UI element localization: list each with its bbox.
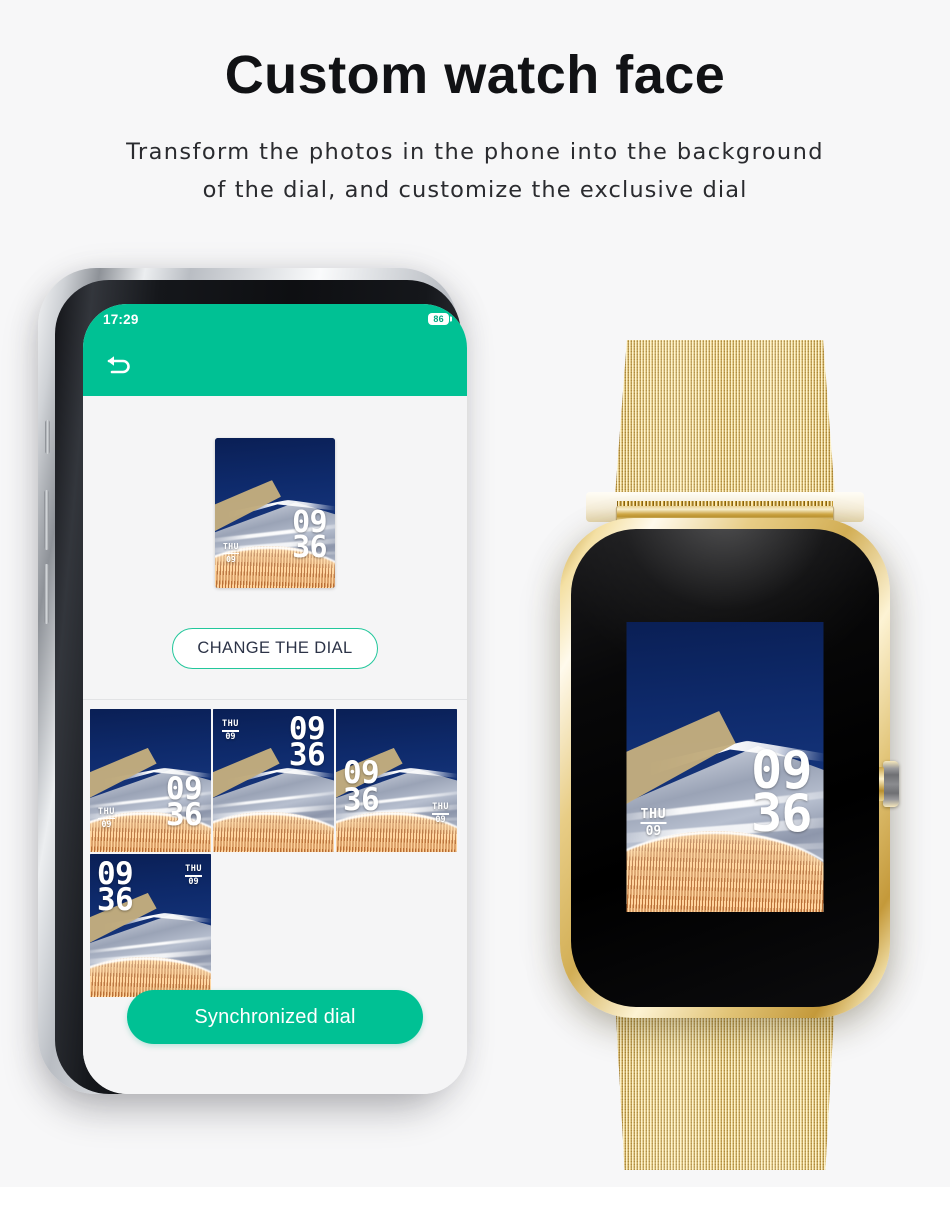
back-arrow-icon[interactable] — [103, 352, 133, 378]
phone-volume-down-button[interactable] — [44, 564, 49, 624]
dial-time-minute: 36 — [97, 882, 134, 919]
dial-thumbnail-2[interactable]: 09 36 THU 09 — [213, 709, 334, 852]
dial-time-minute: 36 — [288, 737, 326, 774]
change-the-dial-button[interactable]: CHANGE THE DIAL — [172, 628, 378, 669]
watch-case: 09 36 THU 09 — [560, 518, 899, 1018]
dial-day-of-week: THU — [432, 802, 449, 813]
watch-screen[interactable]: 09 36 THU 09 — [626, 622, 824, 912]
dial-date: THU 09 — [185, 865, 202, 887]
dial-time-minute: 36 — [343, 781, 380, 818]
app-body: 09 36 THU 09 CHANGE THE DIAL 09 36 THU 0… — [83, 396, 467, 1094]
dial-date-rule — [223, 552, 239, 554]
status-bar: 17:29 86 — [83, 304, 467, 334]
dial-date: THU 09 — [98, 808, 115, 830]
dial-day-number: 09 — [101, 819, 112, 830]
phone-mockup: 17:29 86 09 36 THU 09 CHANGE THE DIAL 09… — [28, 262, 468, 1102]
dial-time: 09 36 — [288, 714, 326, 774]
phone-bezel: 17:29 86 09 36 THU 09 CHANGE THE DIAL 09… — [55, 280, 467, 1094]
dial-thumbnail-4[interactable]: 09 36 THU 09 — [90, 854, 211, 997]
dial-day-number: 09 — [188, 877, 199, 888]
dial-overlay: 09 36 THU 09 — [336, 709, 457, 852]
dial-date: THU 09 — [223, 543, 239, 564]
dial-date: THU 09 — [432, 803, 449, 825]
dial-overlay: 09 36 THU 09 — [627, 622, 824, 912]
battery-indicator: 86 — [428, 312, 449, 326]
subtitle-line-2: of the dial, and customize the exclusive… — [202, 176, 748, 203]
dial-overlay: 09 36 THU 09 — [213, 709, 334, 852]
dial-time: 09 36 — [343, 758, 380, 818]
dial-overlay: 09 36 THU 09 — [90, 854, 211, 997]
bottom-white-strip — [0, 1187, 950, 1215]
dial-time-minute: 36 — [292, 530, 328, 566]
watch-face-day-number: 09 — [645, 824, 662, 840]
status-bar-time: 17:29 — [103, 311, 139, 327]
dial-date: THU 09 — [222, 720, 239, 742]
dial-day-of-week: THU — [185, 864, 202, 875]
watch-face-date: THU 09 — [640, 806, 667, 840]
app-header: 17:29 86 — [83, 304, 467, 396]
phone-silent-switch[interactable] — [45, 420, 50, 454]
dial-overlay: 09 36 THU 09 — [90, 709, 211, 852]
watch-face-day-of-week: THU — [640, 806, 667, 822]
dial-day-of-week: THU — [223, 542, 239, 551]
dial-day-number: 09 — [226, 554, 236, 564]
phone-volume-up-button[interactable] — [44, 490, 49, 550]
dial-time: 09 36 — [165, 774, 203, 834]
synchronized-dial-button[interactable]: Synchronized dial — [127, 990, 423, 1044]
app-navbar — [83, 334, 467, 396]
watch-crown-button[interactable] — [876, 761, 899, 807]
section-divider — [83, 699, 467, 700]
phone-screen: 17:29 86 09 36 THU 09 CHANGE THE DIAL 09… — [83, 304, 467, 1094]
dial-date-rule — [98, 817, 115, 820]
page-title: Custom watch face — [224, 45, 726, 105]
dial-time-minute: 36 — [165, 797, 203, 834]
dial-thumbnail-3[interactable]: 09 36 THU 09 — [336, 709, 457, 852]
dial-thumbnail-1[interactable]: 09 36 THU 09 — [90, 709, 211, 852]
dial-time: 09 36 — [97, 859, 134, 919]
page-subtitle: Transform the photos in the phone into t… — [0, 134, 950, 210]
watch-face-time: 09 36 — [750, 745, 813, 845]
dial-day-number: 09 — [435, 815, 446, 826]
dial-overlay: 09 36 THU 09 — [215, 438, 335, 588]
promo-page: Custom watch face Transform the photos i… — [0, 0, 950, 1215]
watch-glass: 09 36 THU 09 — [571, 529, 879, 1007]
subtitle-line-1: Transform the photos in the phone into t… — [126, 139, 824, 165]
dial-thumbnail-grid: 09 36 THU 09 09 36 THU 09 09 36 THU 09 0… — [90, 709, 460, 997]
watch-band-top — [613, 340, 837, 516]
dial-day-of-week: THU — [98, 806, 115, 817]
dial-preview[interactable]: 09 36 THU 09 — [215, 438, 335, 588]
dial-day-of-week: THU — [222, 719, 239, 730]
phone-frame: 17:29 86 09 36 THU 09 CHANGE THE DIAL 09… — [38, 268, 467, 1094]
smartwatch-mockup: 09 36 THU 09 — [505, 340, 945, 1170]
watch-face-time-minute: 36 — [750, 784, 813, 845]
dial-time: 09 36 — [292, 507, 328, 566]
dial-day-number: 09 — [225, 732, 236, 743]
